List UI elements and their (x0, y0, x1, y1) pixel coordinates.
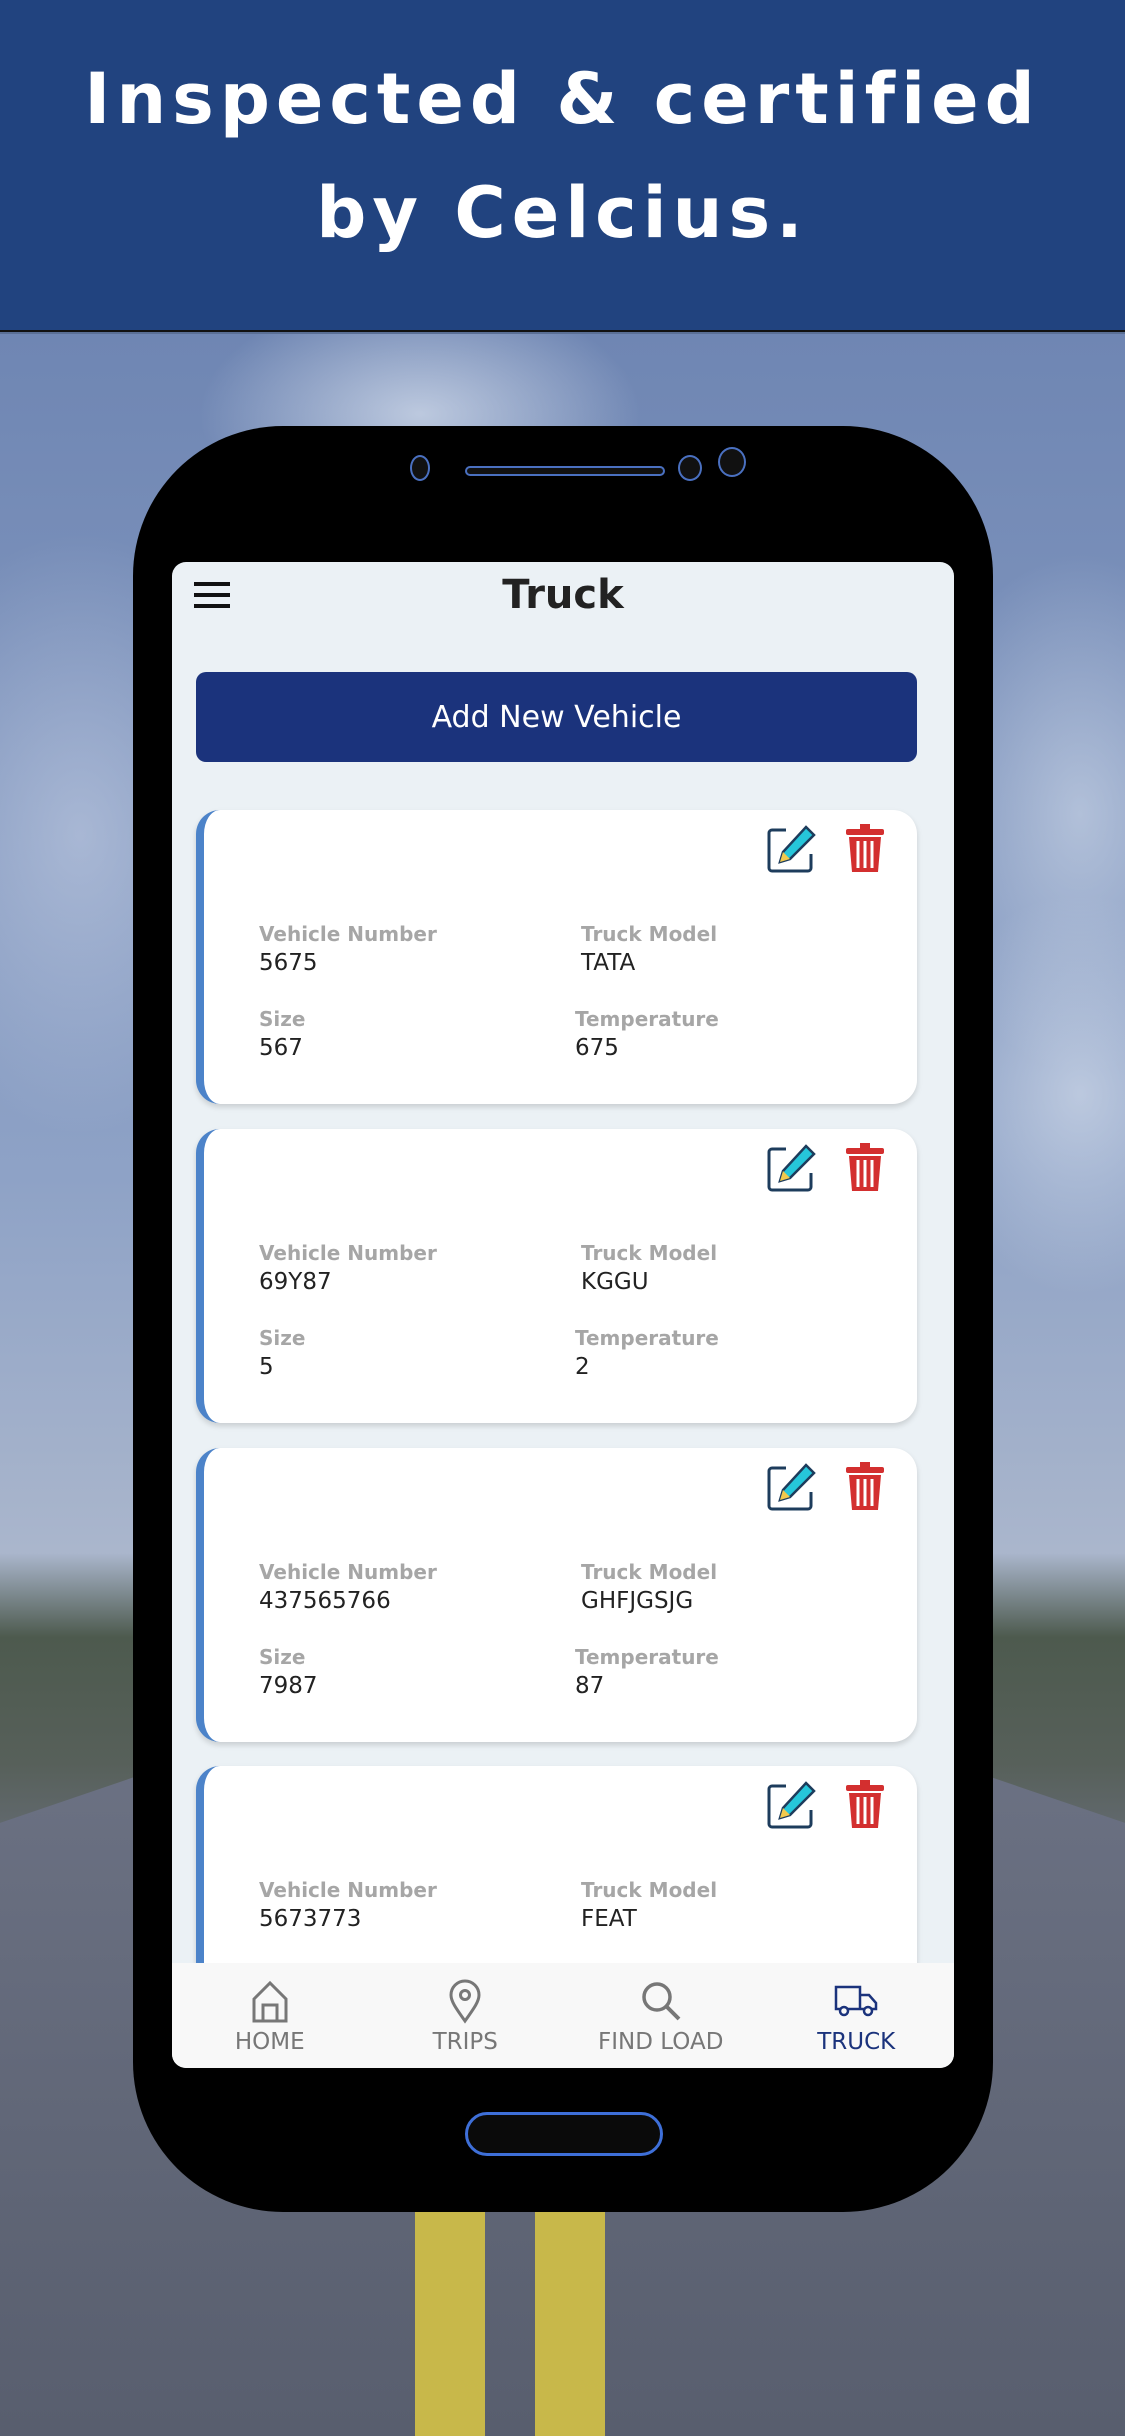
vehicle-number-label: Vehicle Number (259, 1241, 437, 1265)
nav-tab-label: HOME (234, 2029, 305, 2055)
home-icon (252, 1980, 288, 2023)
phone-home-button[interactable] (465, 2112, 663, 2156)
road-marking (535, 2210, 605, 2436)
truck-model-label: Truck Model (581, 1560, 718, 1584)
delete-icon[interactable] (844, 1778, 886, 1830)
temperature-value: 675 (575, 1035, 619, 1061)
nav-tab-find-load[interactable]: FIND LOAD (563, 1963, 759, 2068)
nav-tab-label: TRIPS (432, 2029, 498, 2055)
delete-icon[interactable] (844, 1460, 886, 1512)
temperature-value: 87 (575, 1673, 605, 1699)
nav-tab-label: FIND LOAD (598, 2029, 724, 2055)
vehicle-number-label: Vehicle Number (259, 922, 437, 946)
road-marking (415, 2210, 485, 2436)
truck-model-value: FEAT (581, 1906, 637, 1932)
temperature-label: Temperature (575, 1326, 719, 1350)
banner-line-1: Inspected & certified (84, 58, 1041, 140)
nav-tab-truck[interactable]: TRUCK (759, 1963, 955, 2068)
phone-camera (678, 455, 702, 481)
temperature-label: Temperature (575, 1645, 719, 1669)
delete-icon[interactable] (844, 1141, 886, 1193)
phone-speaker (465, 466, 665, 476)
truck-model-label: Truck Model (581, 922, 718, 946)
nav-tab-trips[interactable]: TRIPS (368, 1963, 564, 2068)
vehicle-number-label: Vehicle Number (259, 1560, 437, 1584)
size-value: 7987 (259, 1673, 318, 1699)
promo-banner: Inspected & certified by Celcius. (0, 0, 1125, 332)
edit-icon[interactable] (766, 1462, 818, 1512)
app-screen: Truck Add New Vehicle Vehicle Number 567… (172, 562, 954, 2068)
truck-model-value: KGGU (581, 1269, 649, 1295)
banner-line-2: by Celcius. (316, 172, 809, 254)
vehicle-card: Vehicle Number 69Y87 Truck Model KGGU Si… (196, 1129, 917, 1423)
truck-model-label: Truck Model (581, 1878, 718, 1902)
truck-model-value: GHFJGSJG (581, 1588, 694, 1614)
nav-tab-home[interactable]: HOME (172, 1963, 368, 2068)
vehicle-number-value: 437565766 (259, 1588, 391, 1614)
vehicle-card: Vehicle Number 437565766 Truck Model GHF… (196, 1448, 917, 1742)
truck-icon (835, 1985, 878, 2017)
phone-camera (718, 447, 746, 477)
nav-tab-label: TRUCK (817, 2029, 896, 2055)
edit-icon[interactable] (766, 1780, 818, 1830)
size-label: Size (259, 1645, 306, 1669)
page-title: Truck (502, 572, 624, 618)
vehicle-number-value: 5673773 (259, 1906, 362, 1932)
size-label: Size (259, 1007, 306, 1031)
vehicle-card: Vehicle Number 5675 Truck Model TATA Siz… (196, 810, 917, 1104)
temperature-value: 2 (575, 1354, 590, 1380)
edit-icon[interactable] (766, 1143, 818, 1193)
map-pin-icon (449, 1979, 481, 2024)
edit-icon[interactable] (766, 824, 818, 874)
vehicle-number-label: Vehicle Number (259, 1878, 437, 1902)
add-new-vehicle-button[interactable]: Add New Vehicle (196, 672, 917, 762)
phone-sensor (410, 455, 430, 481)
size-value: 5 (259, 1354, 274, 1380)
delete-icon[interactable] (844, 822, 886, 874)
size-value: 567 (259, 1035, 303, 1061)
bottom-nav: HOME TRIPS FIND LOAD TRUCK (172, 1963, 954, 2068)
temperature-label: Temperature (575, 1007, 719, 1031)
vehicle-number-value: 69Y87 (259, 1269, 332, 1295)
size-label: Size (259, 1326, 306, 1350)
truck-model-label: Truck Model (581, 1241, 718, 1265)
vehicle-number-value: 5675 (259, 950, 318, 976)
truck-model-value: TATA (581, 950, 636, 976)
search-icon (642, 1982, 681, 2021)
